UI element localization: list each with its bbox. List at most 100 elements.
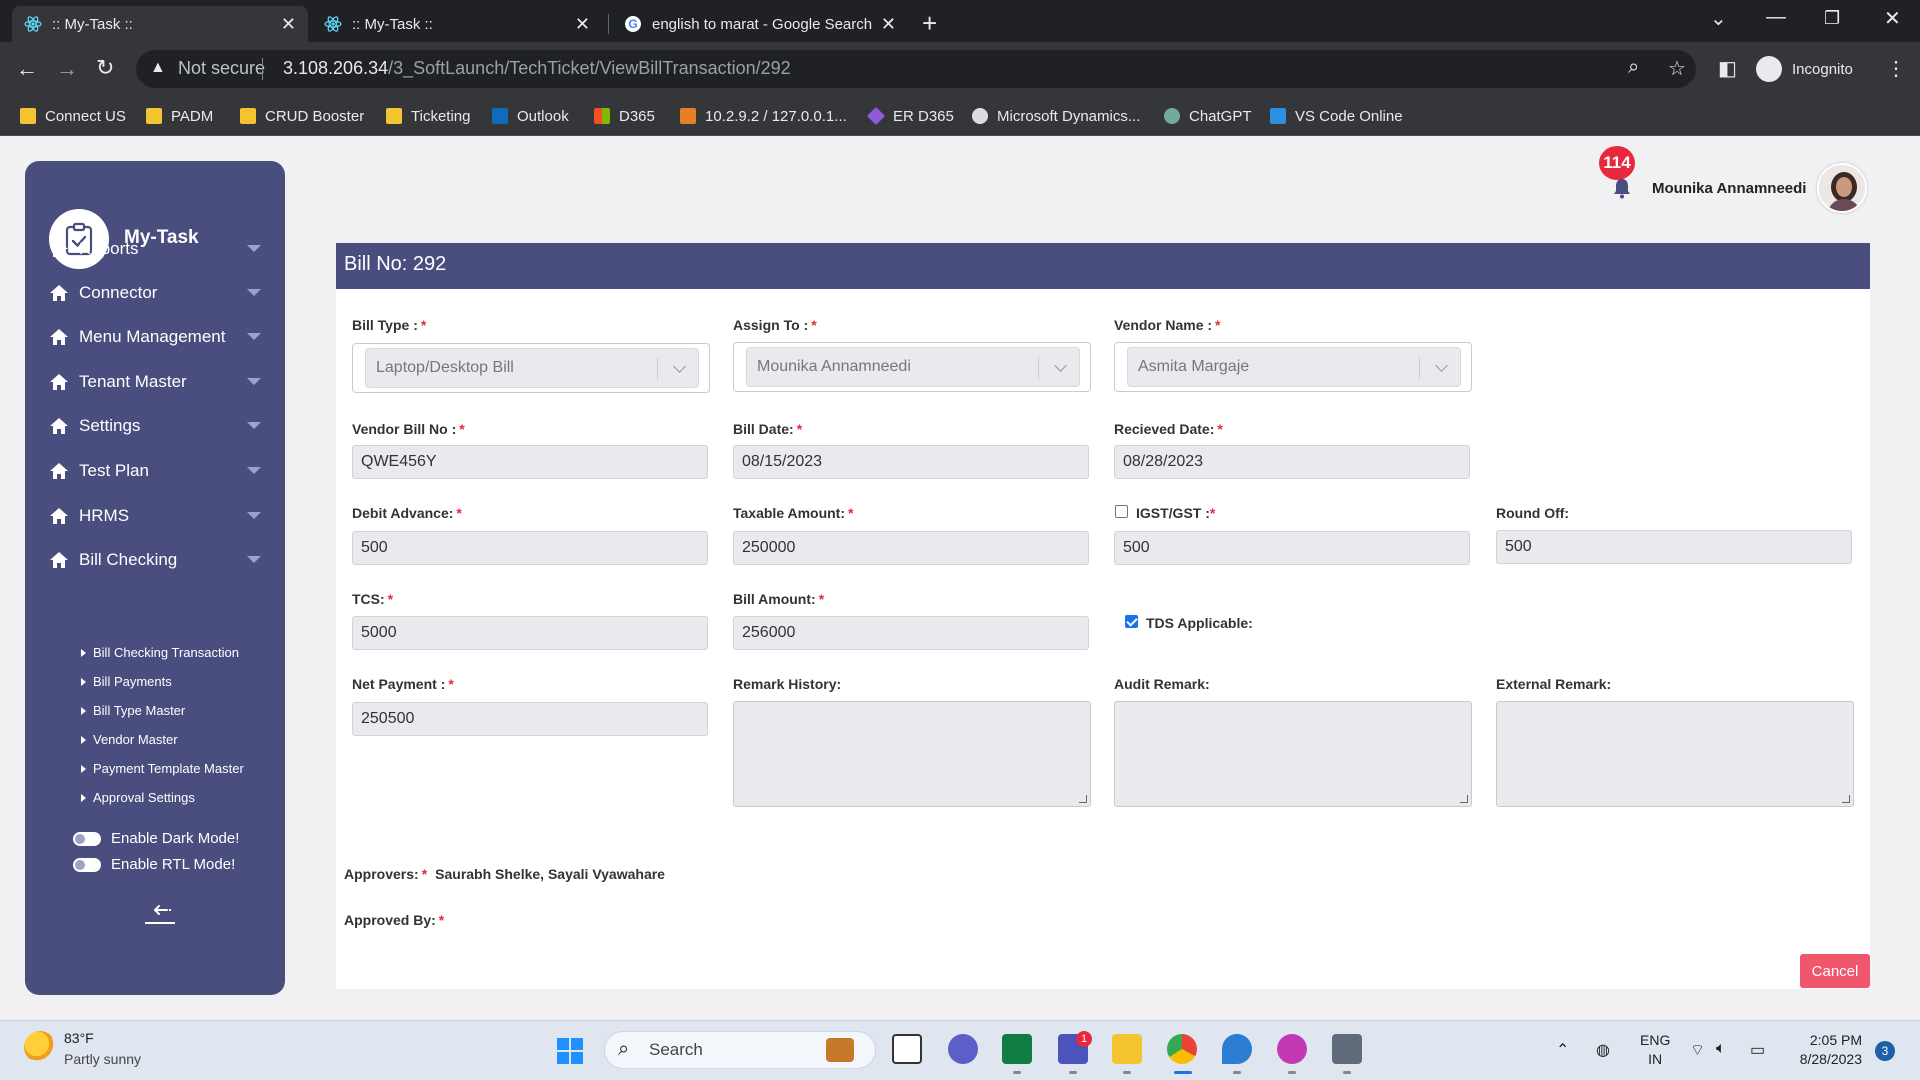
sidebar-item-reports[interactable]: Reports — [49, 234, 261, 264]
bill-type-select[interactable]: Laptop/Desktop Bill — [365, 348, 699, 388]
close-tab-icon[interactable]: ✕ — [575, 14, 590, 35]
remark-history-textarea[interactable] — [733, 701, 1091, 807]
collapse-sidebar-icon[interactable] — [143, 901, 177, 927]
tab-search-chevron-icon[interactable]: ⌄ — [1710, 6, 1727, 31]
sidebar-item-menu-management[interactable]: Menu Management — [49, 322, 261, 352]
minimize-icon[interactable]: — — [1766, 6, 1786, 29]
round-off-field[interactable]: 500 — [1496, 530, 1852, 564]
notification-badge[interactable]: 114 — [1599, 146, 1635, 180]
user-name[interactable]: Mounika Annamneedi — [1652, 180, 1806, 197]
bookmark-ticketing[interactable]: Ticketing — [386, 104, 470, 128]
bookmark-padm[interactable]: PADM — [146, 104, 213, 128]
task-view-icon[interactable] — [892, 1034, 922, 1064]
network-status-icon[interactable]: ◍ — [1596, 1040, 1610, 1060]
resize-grip-icon[interactable] — [1460, 795, 1468, 803]
excel-icon[interactable] — [1002, 1034, 1032, 1064]
tab-google-search[interactable]: G english to marat - Google Search ✕ — [612, 6, 908, 42]
calculator-icon[interactable] — [1332, 1034, 1362, 1064]
clock[interactable]: 2:05 PM 8/28/2023 — [1790, 1031, 1862, 1069]
avatar[interactable] — [1817, 163, 1867, 213]
bookmark-chatgpt[interactable]: ChatGPT — [1164, 104, 1252, 128]
close-tab-icon[interactable]: ✕ — [881, 14, 896, 35]
back-icon[interactable]: ← — [16, 56, 38, 82]
new-tab-icon[interactable]: + — [922, 8, 937, 39]
chevron-up-icon[interactable]: ⌃ — [1556, 1040, 1569, 1060]
taskbar-search-label[interactable]: Search — [649, 1040, 703, 1060]
received-date-field[interactable]: 08/28/2023 — [1114, 445, 1470, 479]
tab-my-task-1[interactable]: :: My-Task :: ✕ — [12, 6, 308, 42]
chrome-icon[interactable] — [1167, 1034, 1197, 1064]
weather-sun-icon[interactable] — [24, 1031, 56, 1063]
assign-to-select[interactable]: Mounika Annamneedi — [746, 347, 1080, 387]
igst-gst-checkbox[interactable] — [1115, 505, 1128, 518]
battery-icon[interactable]: ▭ — [1750, 1040, 1765, 1060]
weather-description[interactable]: Partly sunny — [64, 1051, 141, 1067]
forward-icon[interactable]: → — [56, 56, 78, 82]
bookmark-outlook[interactable]: Outlook — [492, 104, 569, 128]
bookmark-star-icon[interactable]: ☆ — [1668, 56, 1686, 81]
submenu-payment-template-master[interactable]: Payment Template Master — [81, 761, 244, 776]
vendor-name-select[interactable]: Asmita Margaje — [1127, 347, 1461, 387]
submenu-bill-type-master[interactable]: Bill Type Master — [81, 703, 185, 718]
resize-grip-icon[interactable] — [1842, 795, 1850, 803]
bookmark-phpmyadmin[interactable]: 10.2.9.2 / 127.0.0.1... — [680, 104, 847, 128]
sidebar-item-settings[interactable]: Settings — [49, 411, 261, 441]
language-indicator[interactable]: ENG IN — [1640, 1031, 1670, 1069]
debit-advance-field[interactable]: 500 — [352, 531, 708, 565]
url-text[interactable]: 3.108.206.34/3_SoftLaunch/TechTicket/Vie… — [283, 58, 791, 79]
bill-amount-field[interactable]: 256000 — [733, 616, 1089, 650]
toggle-switch[interactable] — [73, 857, 101, 872]
net-payment-field[interactable]: 250500 — [352, 702, 708, 736]
file-explorer-icon[interactable] — [1112, 1034, 1142, 1064]
reload-icon[interactable]: ↻ — [96, 55, 114, 81]
bookmark-er-d365[interactable]: ER D365 — [866, 104, 954, 128]
sidebar-item-tenant-master[interactable]: Tenant Master — [49, 367, 261, 397]
bell-icon[interactable] — [1610, 176, 1634, 200]
close-tab-icon[interactable]: ✕ — [281, 14, 296, 35]
sidebar-item-bill-checking[interactable]: Bill Checking — [49, 545, 261, 575]
dark-mode-toggle[interactable]: Enable Dark Mode! — [73, 830, 239, 847]
side-panel-icon[interactable]: ◧ — [1718, 56, 1737, 81]
notification-center-badge[interactable]: 3 — [1875, 1041, 1895, 1061]
bill-type-label: Bill Type : * — [352, 317, 426, 333]
incognito-profile[interactable]: Incognito — [1756, 54, 1853, 84]
audit-remark-textarea[interactable] — [1114, 701, 1472, 807]
sidebar-item-hrms[interactable]: HRMS — [49, 501, 261, 531]
bookmark-d365[interactable]: D365 — [594, 104, 655, 128]
weather-temperature[interactable]: 83°F — [64, 1030, 94, 1046]
tab-my-task-2[interactable]: :: My-Task :: ✕ — [312, 6, 602, 42]
igst-gst-field[interactable]: 500 — [1114, 531, 1470, 565]
windows-start-icon[interactable] — [556, 1037, 584, 1065]
zoom-icon[interactable]: ⌕ — [1628, 56, 1639, 79]
submenu-bill-checking-transaction[interactable]: Bill Checking Transaction — [81, 645, 239, 660]
wps-office-icon[interactable] — [1277, 1034, 1307, 1064]
submenu-vendor-master[interactable]: Vendor Master — [81, 732, 178, 747]
warning-icon[interactable]: ▲ — [150, 59, 166, 77]
close-window-icon[interactable]: ✕ — [1884, 6, 1901, 31]
bookmark-microsoft-dynamics[interactable]: Microsoft Dynamics... — [972, 104, 1140, 128]
submenu-approval-settings[interactable]: Approval Settings — [81, 790, 195, 805]
taxable-amount-field[interactable]: 250000 — [733, 531, 1089, 565]
sidebar-item-test-plan[interactable]: Test Plan — [49, 456, 261, 486]
bookmark-connect-us[interactable]: Connect US — [20, 104, 126, 128]
volume-icon[interactable]: 🔈︎ — [1716, 1040, 1726, 1058]
restore-icon[interactable]: ❐ — [1824, 8, 1840, 29]
menu-kebab-icon[interactable]: ⋮ — [1886, 56, 1906, 81]
external-remark-textarea[interactable] — [1496, 701, 1854, 807]
toggle-switch[interactable] — [73, 831, 101, 846]
submenu-bill-payments[interactable]: Bill Payments — [81, 674, 172, 689]
cancel-button[interactable]: Cancel — [1800, 954, 1870, 988]
sidebar-item-connector[interactable]: Connector — [49, 278, 261, 308]
bill-date-field[interactable]: 08/15/2023 — [733, 445, 1089, 479]
bookmark-vs-code-online[interactable]: VS Code Online — [1270, 104, 1403, 128]
wifi-icon[interactable]: ⌔ — [1690, 1040, 1705, 1060]
tcs-field[interactable]: 5000 — [352, 616, 708, 650]
tds-applicable-checkbox[interactable] — [1125, 615, 1138, 628]
dolphin-icon[interactable] — [1222, 1034, 1252, 1064]
vendor-bill-no-field[interactable]: QWE456Y — [352, 445, 708, 479]
teams-chat-icon[interactable] — [948, 1034, 978, 1064]
resize-grip-icon[interactable] — [1079, 795, 1087, 803]
security-status[interactable]: Not secure — [178, 58, 265, 79]
rtl-mode-toggle[interactable]: Enable RTL Mode! — [73, 856, 235, 873]
bookmark-crud-booster[interactable]: CRUD Booster — [240, 104, 364, 128]
